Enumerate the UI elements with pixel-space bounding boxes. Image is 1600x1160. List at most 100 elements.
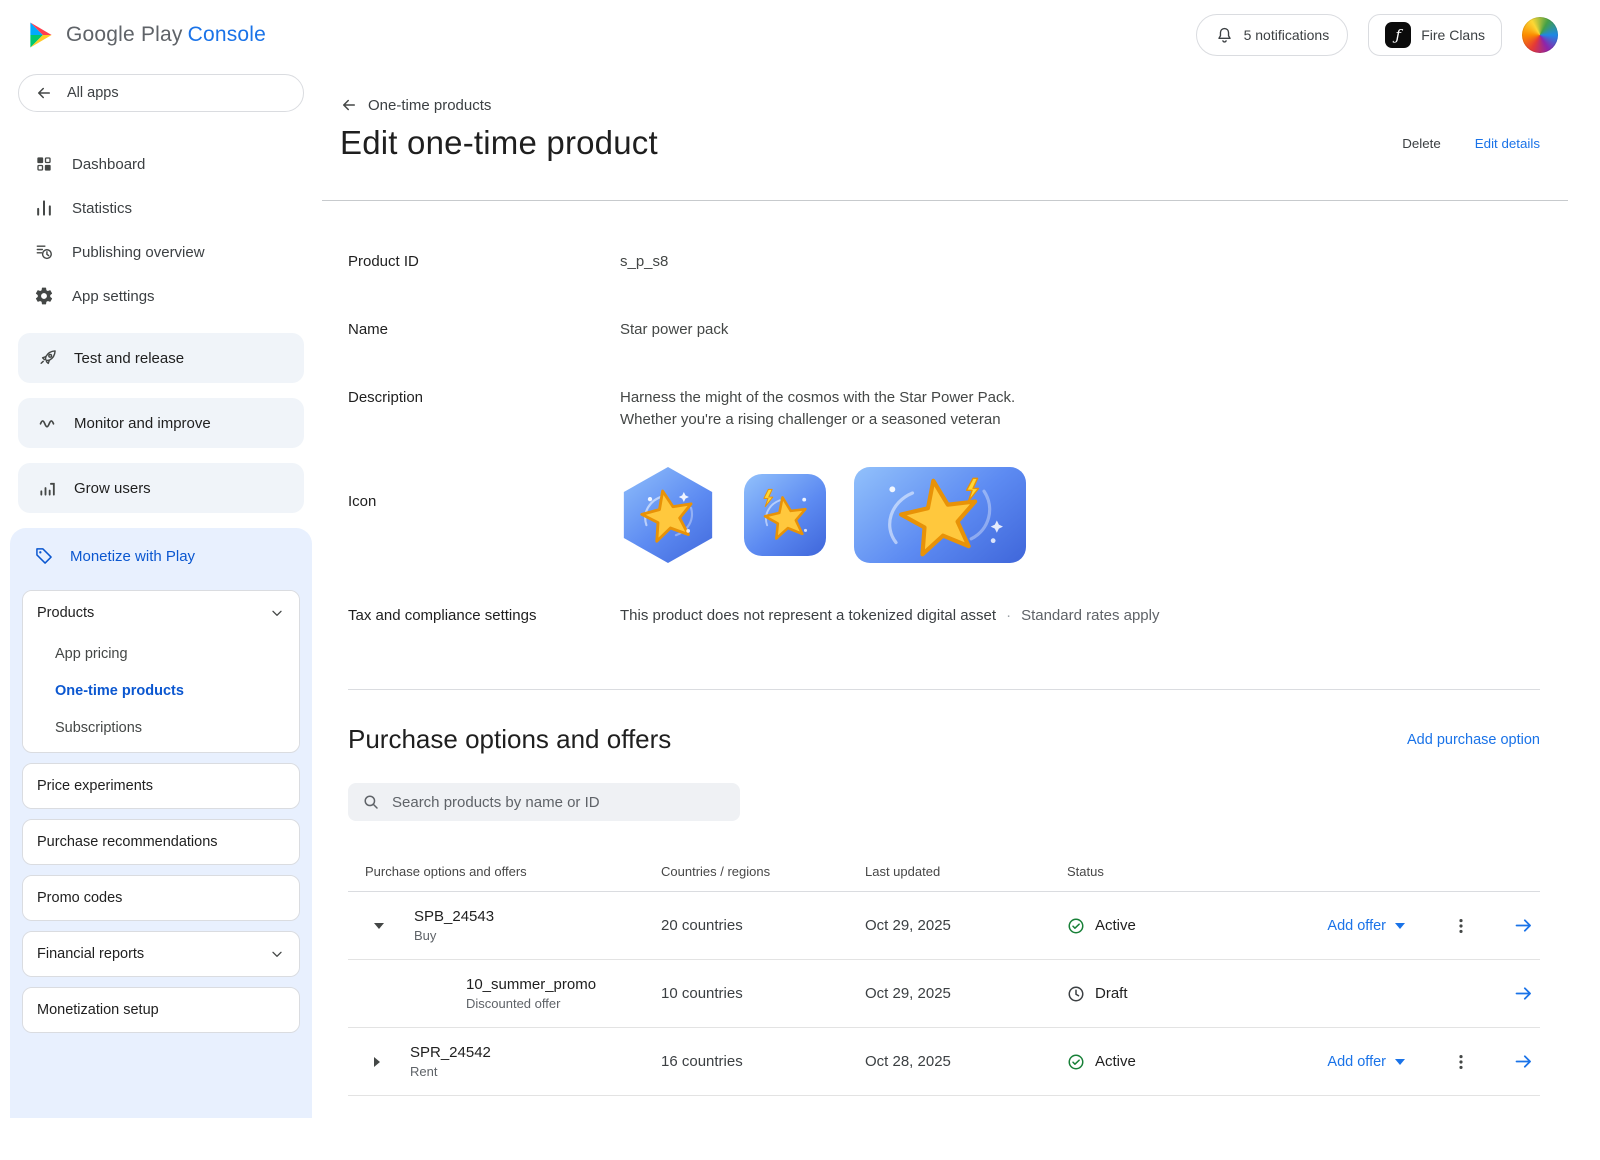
product-icon-wide [854,467,1026,563]
field-value: Harness the might of the cosmos with the… [620,387,1015,431]
purchase-option-id: SPR_24542 [410,1044,491,1061]
bell-icon [1215,26,1234,45]
sidebar-item-subscriptions[interactable]: Subscriptions [23,709,299,746]
promo-codes-card: Promo codes [22,875,300,921]
search-input[interactable] [390,793,726,812]
brand-console: Console [188,23,266,46]
field-label: Product ID [348,251,620,273]
add-purchase-option-button[interactable]: Add purchase option [1407,732,1540,748]
price-experiments-card: Price experiments [22,763,300,809]
all-apps-button[interactable]: All apps [18,74,304,112]
expand-caret-icon[interactable] [374,1057,380,1067]
sidebar-section-label: Monitor and improve [74,415,211,432]
growth-bars-icon [38,478,58,498]
product-detail-fields: Product ID s_p_s8 Name Star power pack D… [348,251,1540,627]
sidebar-section-label: Test and release [74,350,184,367]
brand-google-play: Google Play [66,23,183,46]
sidebar-section-monitor-and-improve[interactable]: Monitor and improve [18,398,304,448]
sidebar-item-label: Dashboard [72,156,145,173]
field-name: Name Star power pack [348,319,1540,341]
field-label: Name [348,319,620,341]
sidebar-item-price-experiments[interactable]: Price experiments [23,764,299,808]
overflow-menu-button[interactable] [1451,1052,1471,1072]
edit-details-button[interactable]: Edit details [1475,136,1540,151]
monetization-setup-card: Monetization setup [22,987,300,1033]
sidebar-item-app-settings[interactable]: App settings [18,274,304,318]
back-arrow-icon [35,84,53,102]
sidebar-item-statistics[interactable]: Statistics [18,186,304,230]
field-icon: Icon [348,465,1540,565]
column-header: Status [1067,864,1297,879]
breadcrumb-label[interactable]: One-time products [368,97,491,114]
all-apps-label: All apps [67,85,119,101]
status-cell: Draft [1067,985,1297,1003]
sidebar-section-monetize-with-play[interactable]: Monetize with Play [22,532,300,580]
products-group-label: Products [37,605,94,621]
active-check-icon [1067,917,1085,935]
countries-cell: 16 countries [661,1053,865,1070]
field-value: s_p_s8 [620,251,668,273]
sidebar-item-financial-reports[interactable]: Financial reports [23,932,299,976]
notifications-button[interactable]: 5 notifications [1196,14,1349,56]
open-row-arrow-button[interactable] [1513,983,1534,1004]
pulse-wave-icon [38,413,58,433]
offer-id: 10_summer_promo [466,976,596,993]
last-updated-cell: Oct 28, 2025 [865,1053,1067,1070]
purchase-recommendations-card: Purchase recommendations [22,819,300,865]
purchase-option-id: SPB_24543 [414,908,494,925]
table-header-row: Purchase options and offers Countries / … [348,851,1540,892]
draft-clock-icon [1067,985,1085,1003]
notifications-label: 5 notifications [1244,27,1330,43]
publishing-overview-icon [34,242,54,262]
sidebar-item-one-time-products[interactable]: One-time products [23,672,299,709]
dot-separator: · [1006,605,1011,627]
title-divider [322,200,1568,201]
back-arrow-icon[interactable] [340,96,358,114]
open-row-arrow-button[interactable] [1513,1051,1534,1072]
google-play-console-logo[interactable]: Google PlayConsole [26,20,266,50]
sidebar-item-label: Publishing overview [72,244,205,261]
sidebar-item-app-pricing[interactable]: App pricing [23,635,299,672]
table-row-offer: 10_summer_promo Discounted offer 10 coun… [348,960,1540,1028]
sidebar-item-promo-codes[interactable]: Promo codes [23,876,299,920]
dashboard-icon [34,154,54,174]
sidebar-section-grow-users[interactable]: Grow users [18,463,304,513]
sidebar-section-test-and-release[interactable]: Test and release [18,333,304,383]
price-tag-icon [34,546,54,566]
breadcrumb[interactable]: One-time products [340,96,491,114]
sidebar-section-label: Monetize with Play [70,548,195,565]
delete-button[interactable]: Delete [1402,136,1441,151]
search-icon [362,793,380,811]
field-product-id: Product ID s_p_s8 [348,251,1540,273]
dropdown-caret-icon [1395,923,1405,929]
purchase-option-type: Buy [414,928,494,943]
sidebar-item-publishing-overview[interactable]: Publishing overview [18,230,304,274]
table-row: SPR_24542 Rent 16 countries Oct 28, 2025… [348,1028,1540,1096]
status-label: Active [1095,917,1136,934]
search-box[interactable] [348,783,740,821]
last-updated-cell: Oct 29, 2025 [865,985,1067,1002]
open-row-arrow-button[interactable] [1513,915,1534,936]
sidebar-item-monetization-setup[interactable]: Monetization setup [23,988,299,1032]
main-content: One-time products Edit one-time product … [322,70,1600,1160]
add-offer-button[interactable]: Add offer [1327,918,1405,934]
status-cell: Active [1067,1053,1297,1071]
dropdown-caret-icon [1395,1059,1405,1065]
status-label: Active [1095,1053,1136,1070]
column-header: Countries / regions [661,864,865,879]
purchase-options-section: Purchase options and offers Add purchase… [348,724,1540,1096]
add-offer-button[interactable]: Add offer [1327,1054,1405,1070]
overflow-menu-button[interactable] [1451,916,1471,936]
collapse-caret-icon[interactable] [374,923,384,929]
sidebar-item-dashboard[interactable]: Dashboard [18,142,304,186]
app-switcher-chip[interactable]: ƒ Fire Clans [1368,14,1502,56]
sidebar-item-products[interactable]: Products [23,591,299,635]
sidebar-section-label: Grow users [74,480,151,497]
product-icon-set [620,465,1026,565]
active-check-icon [1067,1053,1085,1071]
sidebar-item-purchase-recommendations[interactable]: Purchase recommendations [23,820,299,864]
avatar[interactable] [1522,17,1558,53]
field-value: Star power pack [620,319,728,341]
tax-value-primary: This product does not represent a tokeni… [620,605,996,627]
rocket-icon [38,348,58,368]
